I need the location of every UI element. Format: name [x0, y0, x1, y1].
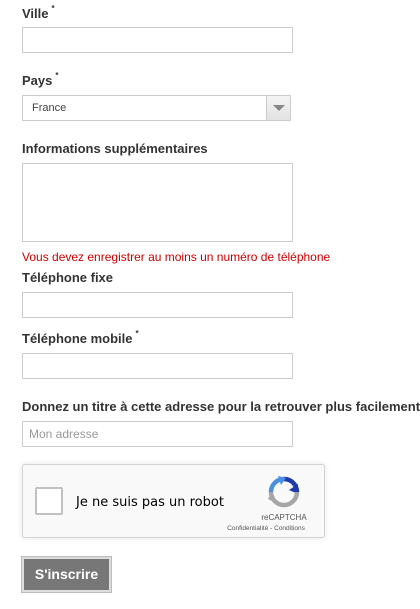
required-mark: * [55, 71, 59, 80]
terms-link[interactable]: Conditions [274, 525, 305, 532]
tel-mobile-label-text: Téléphone mobile [22, 331, 133, 346]
recaptcha-links: Confidentialité - Conditions [211, 525, 321, 532]
required-mark: * [135, 329, 139, 338]
tel-fixe-input[interactable] [22, 292, 293, 318]
required-mark: * [51, 4, 55, 13]
recaptcha-checkbox-label: Je ne suis pas un robot [76, 495, 224, 510]
tel-mobile-input[interactable] [22, 353, 293, 379]
tel-fixe-label: Téléphone fixe [22, 270, 113, 285]
recaptcha-brand: reCAPTCHA [261, 513, 307, 522]
select-dropdown-button[interactable] [266, 96, 290, 120]
tel-mobile-label: Téléphone mobile * [22, 329, 139, 346]
pays-label-text: Pays [22, 73, 53, 88]
recaptcha-widget: Je ne suis pas un robot reCAPTCHA Confid… [22, 464, 325, 538]
ville-label: Ville * [22, 4, 55, 21]
pays-select[interactable]: France [22, 95, 291, 121]
submit-button[interactable]: S'inscrire [21, 556, 112, 593]
chevron-down-icon [273, 105, 285, 111]
ville-label-text: Ville [22, 6, 49, 21]
info-label-text: Informations supplémentaires [22, 141, 208, 156]
recaptcha-checkbox[interactable] [35, 487, 63, 515]
alias-input[interactable] [22, 421, 293, 447]
pays-selected-value: France [32, 102, 67, 114]
phone-error-message: Vous devez enregistrer au moins un numér… [22, 250, 331, 264]
ville-input[interactable] [22, 27, 293, 53]
alias-label-text: Donnez un titre à cette adresse pour la … [22, 399, 420, 414]
pays-label: Pays * [22, 71, 59, 88]
tel-fixe-label-text: Téléphone fixe [22, 270, 114, 285]
info-textarea[interactable] [22, 163, 293, 242]
privacy-link[interactable]: Confidentialité [227, 525, 268, 532]
recaptcha-logo-icon [268, 476, 300, 508]
alias-label: Donnez un titre à cette adresse pour la … [22, 399, 420, 414]
info-label: Informations supplémentaires [22, 141, 208, 156]
